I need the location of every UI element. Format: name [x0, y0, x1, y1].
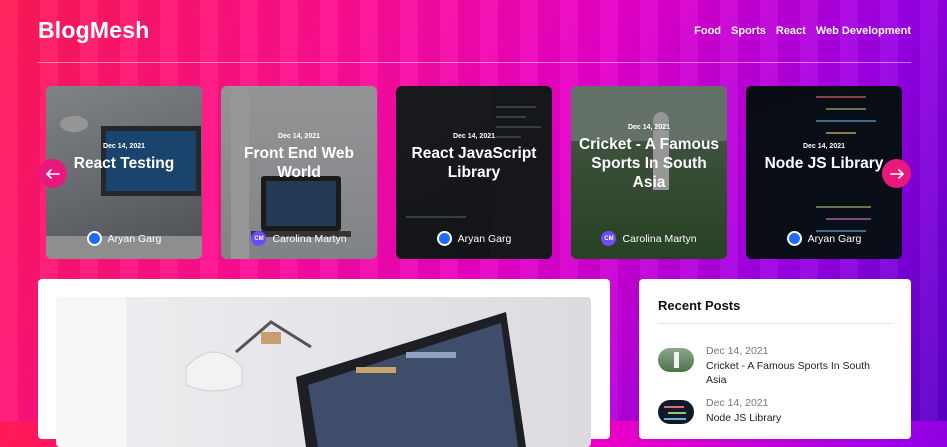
card-date: Dec 14, 2021: [802, 142, 846, 150]
author-name: Aryan Garg: [107, 232, 162, 245]
post-thumbnail[interactable]: [658, 348, 694, 372]
header-divider: [38, 62, 911, 63]
slider-prev-button[interactable]: [38, 159, 67, 188]
card-author[interactable]: Aryan Garg: [746, 231, 902, 246]
arrow-right-icon: [889, 168, 904, 179]
featured-post-panel: [38, 279, 610, 447]
arrow-left-icon: [45, 168, 60, 179]
card-author[interactable]: CM Carolina Martyn: [221, 231, 377, 246]
card-title[interactable]: React Testing: [74, 154, 175, 173]
post-date: Dec 14, 2021: [706, 345, 769, 357]
author-name: Carolina Martyn: [622, 232, 697, 245]
card-author[interactable]: Aryan Garg: [46, 231, 202, 246]
avatar: [86, 231, 102, 246]
slider-card[interactable]: Dec 14, 2021 Front End Web World CM Caro…: [221, 86, 377, 259]
author-name: Carolina Martyn: [272, 232, 347, 245]
recent-posts-heading: Recent Posts: [658, 298, 741, 313]
nav-react[interactable]: React: [776, 25, 806, 37]
slider-card[interactable]: Dec 14, 2021 React Testing Aryan Garg: [46, 86, 202, 259]
recent-posts-panel: Recent Posts Dec 14, 2021 Cricket - A Fa…: [639, 279, 911, 439]
card-title[interactable]: React JavaScript Library: [402, 144, 546, 182]
card-author[interactable]: CM Carolina Martyn: [571, 231, 727, 246]
card-title[interactable]: Cricket - A Famous Sports In South Asia: [577, 135, 721, 192]
avatar: CM: [251, 231, 267, 246]
card-date: Dec 14, 2021: [277, 133, 321, 140]
card-title[interactable]: Node JS Library: [765, 154, 884, 173]
avatar: [786, 231, 802, 246]
recent-posts-divider: [658, 323, 892, 324]
card-title[interactable]: Front End Web World: [227, 144, 371, 182]
author-name: Aryan Garg: [457, 232, 512, 245]
card-date: Dec 14, 2021: [627, 123, 671, 131]
slider-card[interactable]: Dec 14, 2021 Cricket - A Famous Sports I…: [571, 86, 727, 259]
nav-food[interactable]: Food: [694, 25, 721, 37]
nav-sports[interactable]: Sports: [731, 25, 766, 37]
site-logo[interactable]: BlogMesh: [38, 17, 150, 44]
post-title[interactable]: Cricket - A Famous Sports In South Asia: [706, 359, 881, 387]
featured-slider: Dec 14, 2021 React Testing Aryan Garg De…: [46, 86, 902, 259]
slider-next-button[interactable]: [882, 159, 911, 188]
featured-post-image[interactable]: [56, 297, 591, 447]
avatar: CM: [601, 231, 617, 246]
post-thumbnail[interactable]: [658, 400, 694, 424]
slider-card[interactable]: Dec 14, 2021 React JavaScript Library Ar…: [396, 86, 552, 259]
nav-web-development[interactable]: Web Development: [816, 25, 911, 37]
card-author[interactable]: Aryan Garg: [396, 231, 552, 246]
card-date: Dec 14, 2021: [102, 142, 146, 150]
card-date: Dec 14, 2021: [452, 133, 496, 140]
author-name: Aryan Garg: [807, 232, 862, 245]
post-date: Dec 14, 2021: [706, 397, 769, 409]
main-nav: Food Sports React Web Development: [694, 25, 911, 37]
recent-post-item[interactable]: Dec 14, 2021 Cricket - A Famous Sports I…: [658, 345, 881, 387]
slider-card[interactable]: Dec 14, 2021 Node JS Library Aryan Garg: [746, 86, 902, 259]
avatar: [436, 231, 452, 246]
post-title[interactable]: Node JS Library: [706, 411, 881, 425]
